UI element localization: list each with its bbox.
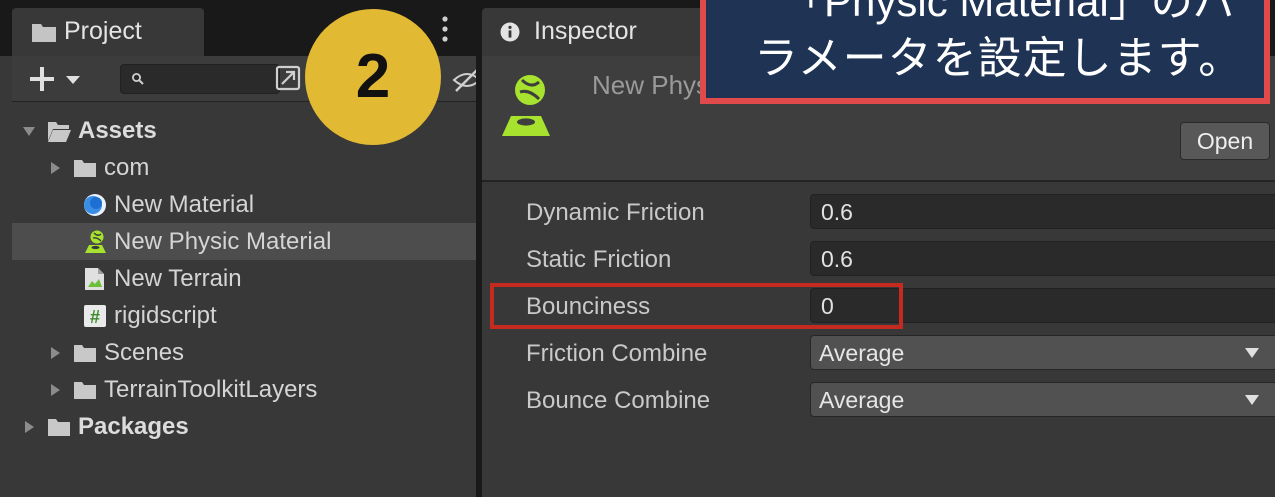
step-number-badge: 2 <box>305 9 441 145</box>
property-static-friction: Static Friction 0.6 <box>482 239 1275 279</box>
tab-project[interactable]: Project <box>12 8 204 56</box>
physic-material-icon <box>502 75 550 136</box>
tree-item-label: Scenes <box>104 339 185 366</box>
expanded-arrow-icon[interactable] <box>22 124 36 138</box>
tree-item-label: com <box>104 154 150 181</box>
bounciness-highlight-box <box>490 283 903 329</box>
chevron-down-icon <box>1245 348 1259 358</box>
tree-item-new-physic-material[interactable]: New Physic Material <box>12 223 476 260</box>
folder-icon <box>74 345 96 362</box>
tree-item-new-terrain[interactable]: New Terrain <box>12 260 476 297</box>
dynamic-friction-field[interactable]: 0.6 <box>810 194 1275 229</box>
add-dropdown-button[interactable] <box>28 62 108 96</box>
tree-item-rigidscript[interactable]: # rigidscript <box>12 297 476 334</box>
property-dynamic-friction: Dynamic Friction 0.6 <box>482 192 1275 232</box>
property-friction-combine: Friction Combine Average <box>482 333 1275 373</box>
property-label: Bounce Combine <box>526 387 711 414</box>
info-icon <box>500 22 520 42</box>
tree-item-label: Assets <box>78 117 157 144</box>
dropdown-value: Average <box>819 340 905 366</box>
property-bounce-combine: Bounce Combine Average <box>482 380 1275 420</box>
instruction-callout: 「Physic Material」のパ ラメータを設定します。 <box>700 0 1270 104</box>
static-friction-field[interactable]: 0.6 <box>810 241 1275 276</box>
tree-item-label: rigidscript <box>114 302 217 329</box>
collapsed-arrow-icon[interactable] <box>48 161 62 175</box>
dropdown-value: Average <box>819 387 905 413</box>
tree-item-terraintoolkitlayers[interactable]: TerrainToolkitLayers <box>12 371 476 408</box>
kebab-menu-icon[interactable] <box>440 14 450 44</box>
tree-item-label: New Material <box>114 191 255 218</box>
folder-icon <box>74 382 96 399</box>
tree-item-label: New Terrain <box>114 265 242 292</box>
material-sphere-icon <box>84 194 106 216</box>
friction-combine-dropdown[interactable]: Average <box>810 335 1275 370</box>
search-icon <box>132 73 144 85</box>
folder-icon <box>74 160 96 177</box>
csharp-script-icon: # <box>84 305 106 327</box>
open-button[interactable]: Open <box>1180 122 1270 160</box>
collapsed-arrow-icon[interactable] <box>48 346 62 360</box>
search-by-type-icon[interactable] <box>274 64 304 94</box>
folder-icon <box>48 419 70 436</box>
collapsed-arrow-icon[interactable] <box>48 383 62 397</box>
tree-item-label: Packages <box>78 413 189 440</box>
tab-inspector-label: Inspector <box>534 17 637 45</box>
property-label: Dynamic Friction <box>526 199 705 226</box>
project-tree: Assets com New Material New Physic Mater… <box>12 104 476 484</box>
property-label: Static Friction <box>526 246 672 273</box>
tree-item-packages[interactable]: Packages <box>12 408 476 445</box>
folder-icon <box>32 24 56 42</box>
svg-text:#: # <box>90 307 100 327</box>
tree-item-label: TerrainToolkitLayers <box>104 376 318 403</box>
search-input[interactable] <box>149 67 275 91</box>
chevron-down-icon <box>1245 395 1259 405</box>
physic-material-icon <box>85 230 106 253</box>
bounce-combine-dropdown[interactable]: Average <box>810 382 1275 417</box>
property-label: Friction Combine <box>526 340 708 367</box>
tree-item-com[interactable]: com <box>12 149 476 186</box>
tree-item-label: New Physic Material <box>114 228 332 255</box>
tab-inspector[interactable]: Inspector <box>482 8 712 56</box>
tree-item-new-material[interactable]: New Material <box>12 186 476 223</box>
tree-item-scenes[interactable]: Scenes <box>12 334 476 371</box>
search-field[interactable] <box>120 64 280 94</box>
open-folder-icon <box>48 122 71 142</box>
callout-line-2: ラメータを設定します。 <box>754 34 1244 83</box>
terrain-file-icon <box>85 268 104 290</box>
tab-project-label: Project <box>64 17 142 45</box>
collapsed-arrow-icon[interactable] <box>22 420 36 434</box>
